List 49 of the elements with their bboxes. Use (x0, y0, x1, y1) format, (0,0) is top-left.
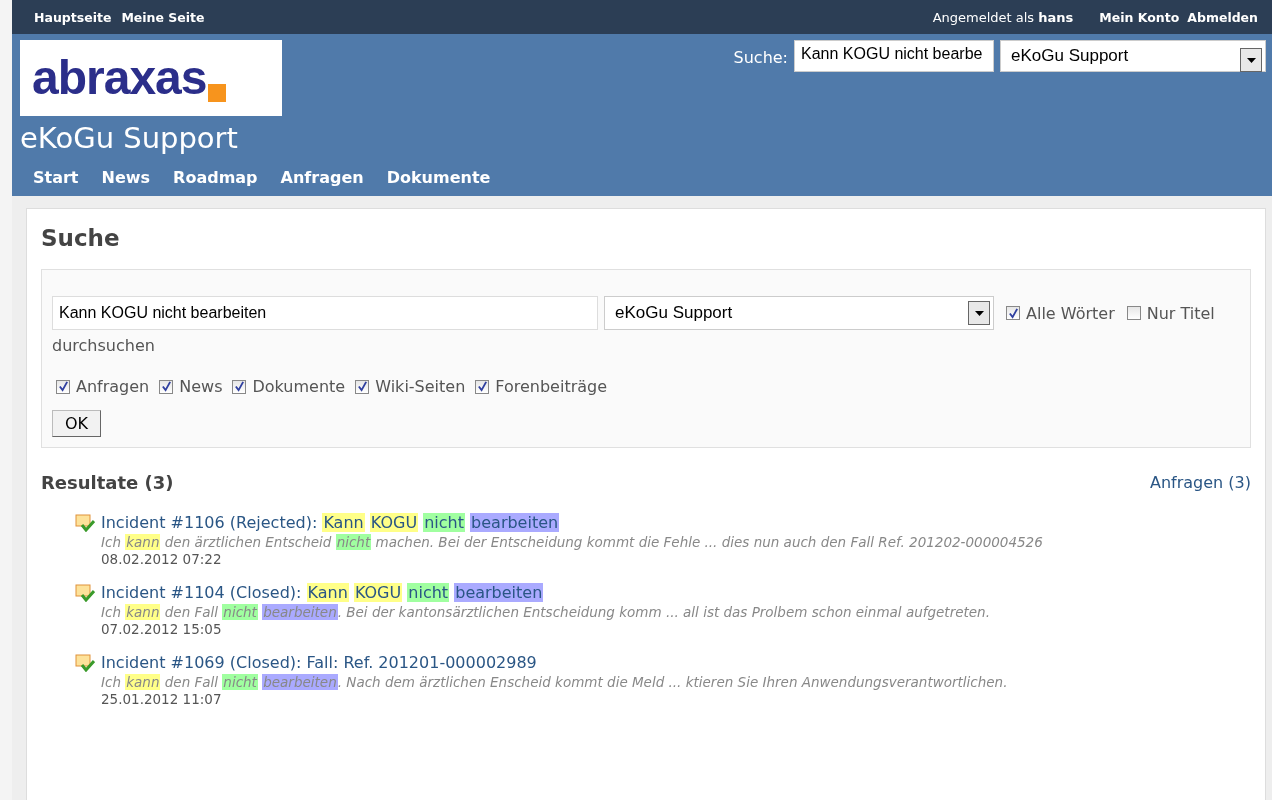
ok-button[interactable]: OK (52, 410, 102, 437)
project-title: eKoGu Support (20, 120, 239, 156)
main-menu-item[interactable]: Start (26, 164, 93, 191)
main-menu-item[interactable]: News (94, 164, 165, 191)
type-label: Anfragen (76, 377, 150, 396)
logo-square-icon (208, 84, 227, 102)
scope-select[interactable]: eKoGu Support (604, 296, 994, 330)
checkbox[interactable] (56, 379, 70, 394)
result-date: 08.02.2012 07:22 (101, 551, 223, 567)
search-label: Suche: (733, 48, 788, 67)
main-menu-item[interactable]: Dokumente (379, 164, 505, 191)
checkbox[interactable] (159, 379, 174, 394)
option-label: durchsuchen (52, 336, 156, 355)
search-query-field[interactable]: Kann KOGU nicht bearbeiten (52, 296, 598, 330)
ticket-check-icon (75, 654, 95, 672)
top-menu-link[interactable]: Meine Seite (121, 9, 205, 25)
ticket-check-icon (75, 514, 95, 532)
option-label: Alle Wörter (1026, 303, 1115, 323)
logo-text: abraxas (32, 54, 207, 102)
result-excerpt: Ich kann den ärztlichen Entscheid nicht machen. Bei der Entscheidung kommt die Fehle ... dies nun auch den Fall Ref. 201202-000004526 (101, 533, 1043, 551)
page-title: Suche (41, 225, 121, 251)
result-excerpt: Ich kann den Fall nicht bearbeiten. Nach dem ärztlichen Enscheid kommt die Meld ... ktieren Sie Ihren Anwendungsverantwortlichen. (101, 673, 1008, 691)
result-title-link[interactable]: Incident #1106 (Rejected): Kann KOGU nicht bearbeiten (101, 513, 560, 532)
result-title-link[interactable]: Incident #1069 (Closed): Fall: Ref. 201201-000002989 (101, 653, 537, 672)
checkbox[interactable] (355, 379, 370, 394)
account-link[interactable]: Abmelden (1187, 9, 1258, 25)
results-heading: Resultate (3) (41, 472, 174, 493)
checkbox[interactable] (232, 379, 247, 394)
checkbox[interactable] (1006, 306, 1020, 320)
type-label: Dokumente (252, 377, 346, 396)
result-date: 07.02.2012 15:05 (101, 621, 223, 637)
result-excerpt: Ich kann den Fall nicht bearbeiten. Bei der kantonsärztlichen Entscheidung komm ... all ist das Prolbem schon einmal aufgetreten. (101, 603, 990, 621)
result-date: 25.01.2012 11:07 (101, 691, 223, 707)
quick-search-field[interactable]: Kann KOGU nicht bearbe (794, 40, 994, 72)
type-label: Forenbeiträge (495, 377, 608, 396)
type-label: News (179, 377, 223, 396)
project-select[interactable]: eKoGu Support (1000, 40, 1266, 72)
main-menu-item[interactable]: Anfragen (273, 164, 378, 191)
login-status: Angemeldet als hans (932, 9, 1074, 25)
main-menu-item[interactable]: Roadmap (166, 164, 272, 191)
checkbox[interactable] (475, 379, 490, 394)
account-link[interactable]: Mein Konto (1099, 9, 1180, 25)
option-label: Nur Titel (1146, 303, 1215, 323)
ticket-check-icon (75, 584, 95, 602)
results-filter-link[interactable]: Anfragen (3) (1150, 473, 1251, 492)
top-menu-link[interactable]: Hauptseite (34, 9, 112, 25)
result-title-link[interactable]: Incident #1104 (Closed): Kann KOGU nicht bearbeiten (101, 583, 544, 602)
checkbox[interactable] (1126, 306, 1141, 320)
type-label: Wiki-Seiten (375, 377, 466, 396)
